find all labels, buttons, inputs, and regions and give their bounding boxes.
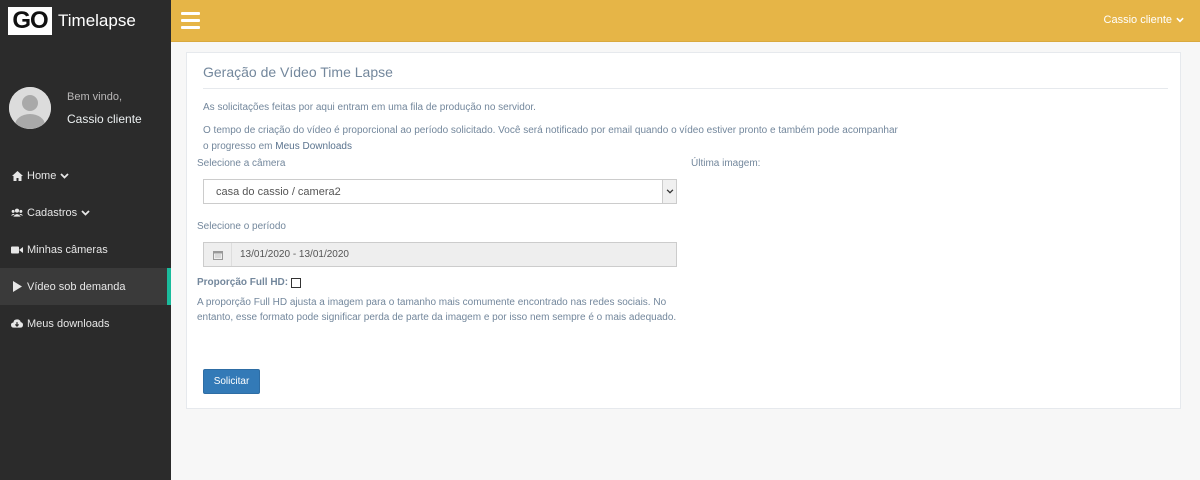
chevron-down-icon <box>1176 17 1184 23</box>
sidebar-item-label: Meus downloads <box>27 317 110 330</box>
profile-user-name: Cassio cliente <box>67 112 142 126</box>
sidebar-item-meus-downloads[interactable]: Meus downloads <box>0 305 171 342</box>
logo: GO <box>8 7 52 35</box>
sidebar-item-cadastros[interactable]: Cadastros <box>0 194 171 231</box>
last-image-label: Última imagem: <box>691 158 761 169</box>
brand-name: Timelapse <box>58 11 136 30</box>
queue-info-text: As solicitações feitas por aqui entram e… <box>203 102 536 113</box>
fullhd-label: Proporção Full HD: <box>197 277 289 288</box>
top-navbar: Cassio cliente <box>171 0 1200 42</box>
brand[interactable]: GO Timelapse <box>0 0 171 42</box>
sidebar-item-label: Home <box>27 169 57 182</box>
chevron-down-icon <box>81 209 90 216</box>
fullhd-checkbox[interactable] <box>291 277 302 288</box>
page-title: Geração de Vídeo Time Lapse <box>203 64 393 80</box>
logo-box: GO <box>8 7 52 35</box>
fullhd-description: A proporção Full HD ajusta a imagem para… <box>197 297 677 323</box>
chevron-down-icon <box>60 172 69 179</box>
home-icon <box>11 170 23 182</box>
cloud-download-icon <box>11 318 23 330</box>
sidebar-menu: Home Cadastros Minhas câmeras Vídeo sob … <box>0 157 171 342</box>
user-silhouette-icon <box>9 86 51 129</box>
sidebar-item-label: Cadastros <box>27 206 78 219</box>
title-divider <box>203 88 1168 89</box>
calendar-icon <box>204 243 232 266</box>
welcome-text: Bem vindo, <box>67 91 123 103</box>
logo-text: GO <box>12 7 48 34</box>
sidebar-item-minhas-cameras[interactable]: Minhas câmeras <box>0 231 171 268</box>
period-value: 13/01/2020 - 13/01/2020 <box>240 249 349 260</box>
video-camera-icon <box>11 244 23 256</box>
user-menu-dropdown[interactable]: Cassio cliente <box>1104 14 1184 26</box>
meus-downloads-link[interactable]: Meus Downloads <box>275 141 352 152</box>
time-info-text: O tempo de criação do vídeo é proporcion… <box>203 123 903 155</box>
camera-select[interactable]: casa do cassio / camera2 <box>203 179 677 204</box>
avatar <box>9 86 51 129</box>
play-icon <box>11 281 23 293</box>
camera-select-value: casa do cassio / camera2 <box>216 185 341 198</box>
profile: Bem vindo, Cassio cliente <box>0 42 171 157</box>
fullhd-row: Proporção Full HD: <box>197 277 302 288</box>
sidebar-item-home[interactable]: Home <box>0 157 171 194</box>
solicitar-button[interactable]: Solicitar <box>203 369 260 394</box>
sidebar-item-video-sob-demanda[interactable]: Vídeo sob demanda <box>0 268 171 305</box>
timelapse-panel: Geração de Vídeo Time Lapse As solicitaç… <box>186 52 1181 409</box>
chevron-down-icon <box>662 180 676 203</box>
sidebar-item-label: Vídeo sob demanda <box>27 280 126 293</box>
period-daterange-input[interactable]: 13/01/2020 - 13/01/2020 <box>203 242 677 267</box>
menu-toggle-icon[interactable] <box>181 12 200 29</box>
sidebar-item-label: Minhas câmeras <box>27 243 108 256</box>
camera-label: Selecione a câmera <box>197 158 286 169</box>
period-label: Selecione o período <box>197 221 286 232</box>
sidebar: GO Timelapse Bem vindo, Cassio cliente H… <box>0 0 171 480</box>
users-icon <box>11 207 23 219</box>
user-menu-label: Cassio cliente <box>1103 14 1172 26</box>
